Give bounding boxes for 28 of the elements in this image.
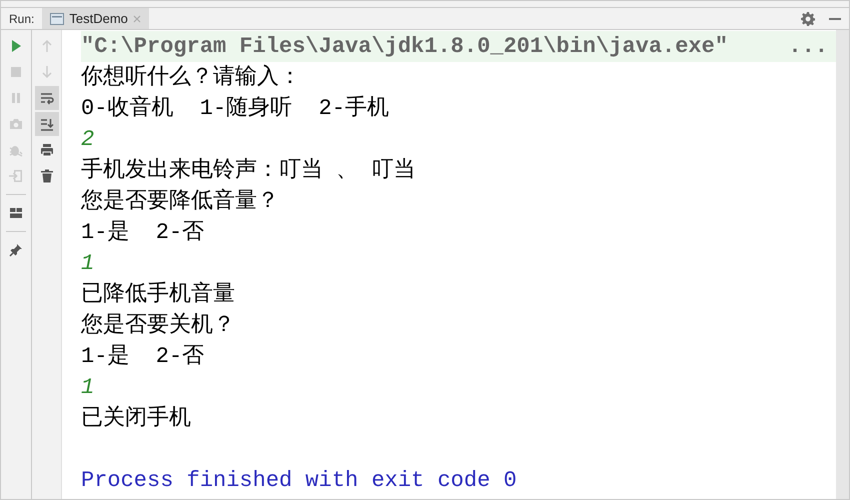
- console-output: 1-是 2-否: [81, 343, 204, 371]
- settings-icon[interactable]: [801, 12, 815, 26]
- minimize-icon[interactable]: [829, 18, 841, 20]
- input-text: 2: [81, 126, 94, 154]
- console-output: 手机发出来电铃声：叮当 、 叮当: [81, 156, 416, 185]
- console-output: 已降低手机音量: [81, 280, 235, 309]
- scrollbar-track[interactable]: [836, 30, 849, 499]
- run-tab[interactable]: TestDemo: [42, 8, 149, 29]
- scroll-to-end-icon[interactable]: [38, 116, 54, 132]
- run-label: Run:: [8, 10, 36, 28]
- ellipsis[interactable]: ...: [788, 31, 828, 62]
- console-icon: [50, 12, 64, 24]
- printer-icon[interactable]: [38, 142, 54, 158]
- console-output: 0-收音机 1-随身听 2-手机: [81, 94, 390, 123]
- console-output: 你想听什么？请输入：: [81, 64, 301, 92]
- layout-icon[interactable]: [8, 205, 24, 221]
- command-line: "C:\Program Files\Java\jdk1.8.0_201\bin\java.exe": [81, 33, 728, 61]
- trash-icon[interactable]: [38, 168, 54, 184]
- exit-message: Process finished with exit code 0: [81, 467, 517, 495]
- tab-title: TestDemo: [69, 10, 128, 28]
- input-text: 1: [81, 250, 94, 278]
- input-text: 1: [81, 374, 94, 402]
- console-output: 您是否要降低音量？: [81, 188, 279, 216]
- console-output: 您是否要关机？: [81, 312, 235, 340]
- close-icon[interactable]: [132, 14, 141, 22]
- console-output: 已关闭手机: [81, 404, 191, 433]
- console-output: 1-是 2-否: [81, 219, 204, 247]
- pin-icon[interactable]: [8, 242, 24, 258]
